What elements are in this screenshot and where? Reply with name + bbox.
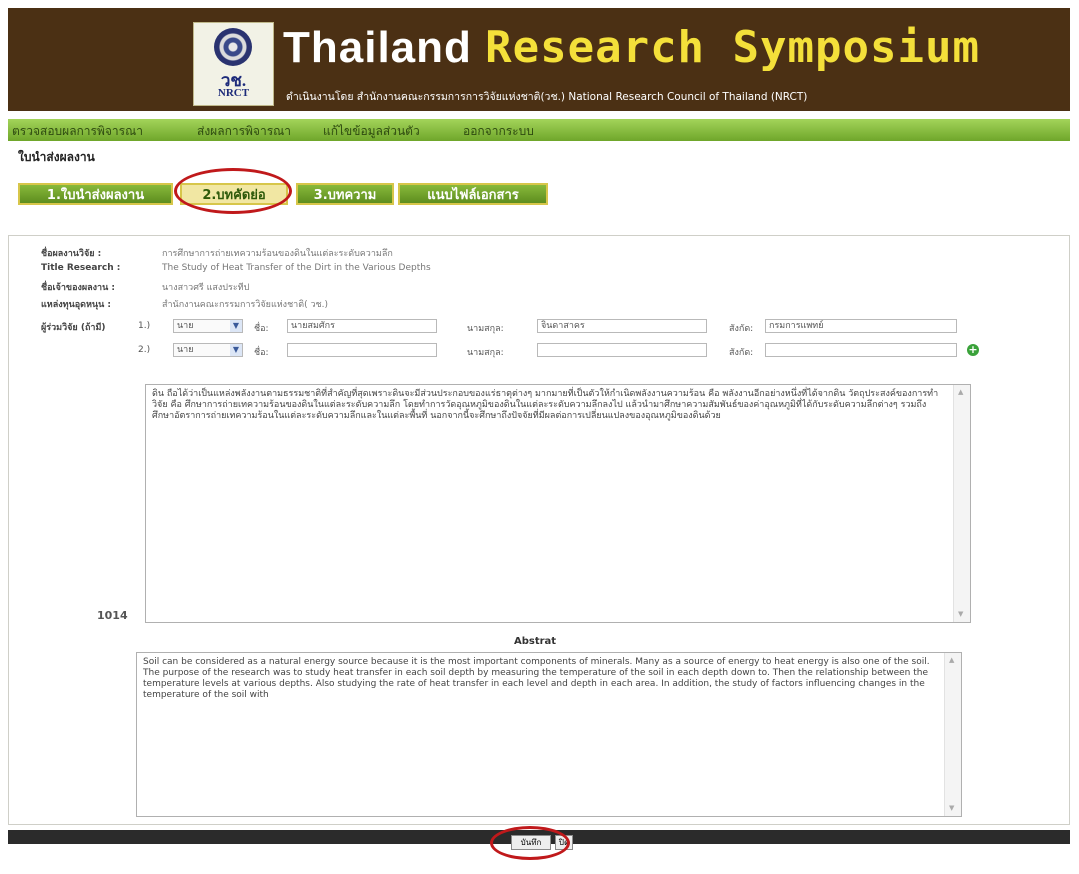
row2-affil-input[interactable] — [765, 343, 957, 357]
page-title: ใบนำส่งผลงาน — [18, 150, 95, 164]
menu-item-submit-results[interactable]: ส่งผลการพิจารณา — [197, 122, 291, 141]
row1-prefix-select[interactable]: นาย ▼ — [173, 319, 243, 333]
row1-number: 1.) — [138, 321, 151, 331]
row1-name-label: ชื่อ: — [254, 324, 269, 334]
thai-abstract-textarea[interactable]: ดิน ถือได้ว่าเป็นแหล่งพลังงานตามธรรมชาติ… — [145, 384, 971, 623]
menu-item-check-results[interactable]: ตรวจสอบผลการพิจารณา — [12, 122, 143, 141]
chevron-down-icon: ▼ — [230, 344, 242, 356]
row2-surname-input[interactable] — [537, 343, 707, 357]
abstract-text: Soil can be considered as a natural ener… — [143, 657, 930, 700]
coresearch-label: ผู้ร่วมวิจัย (ถ้ามี) — [41, 323, 106, 333]
form-panel: ชื่อผลงานวิจัย : การศึกษาการถ่ายเทความร้… — [8, 235, 1070, 825]
thai-abstract-scrollbar[interactable] — [953, 385, 970, 622]
thai-title-value: การศึกษาการถ่ายเทความร้อนของดินในแต่ละระ… — [162, 249, 393, 259]
tab-attach-files[interactable]: แนบไฟล์เอกสาร — [398, 183, 548, 205]
main-menu: ตรวจสอบผลการพิจารณา ส่งผลการพิจารณา แก้ไ… — [8, 119, 1070, 141]
abstract-heading: Abstrat — [514, 636, 557, 647]
add-coresearcher-icon[interactable]: + — [967, 344, 979, 356]
row1-affil-label: สังกัด: — [729, 324, 754, 334]
site-subtitle: ดำเนินงานโดย สำนักงานคณะกรรมการการวิจัยแ… — [286, 91, 808, 103]
row2-surname-label: นามสกุล: — [467, 348, 504, 358]
tab-article[interactable]: 3.บทความ — [296, 183, 394, 205]
owner-label: ชื่อเจ้าของผลงาน : — [41, 283, 115, 293]
row2-prefix-select[interactable]: นาย ▼ — [173, 343, 243, 357]
thai-title-label: ชื่อผลงานวิจัย : — [41, 249, 102, 259]
abstract-scrollbar[interactable] — [944, 653, 961, 816]
row1-name-input[interactable]: นายสมศักร — [287, 319, 437, 333]
site-header: วช. NRCT Thailand Research Symposium ดำเ… — [8, 8, 1070, 111]
highlight-ring-save — [490, 826, 570, 860]
funding-value: สำนักงานคณะกรรมการวิจัยแห่งชาติ( วช.) — [162, 300, 328, 310]
menu-item-logout[interactable]: ออกจากระบบ — [463, 122, 534, 141]
row1-surname-input[interactable]: จินดาสาคร — [537, 319, 707, 333]
char-count: 1014 — [97, 609, 128, 622]
funding-label: แหล่งทุนอุดหนุน : — [41, 300, 111, 310]
row1-surname-label: นามสกุล: — [467, 324, 504, 334]
row2-prefix-value: นาย — [177, 345, 194, 355]
menu-item-edit-profile[interactable]: แก้ไขข้อมูลส่วนตัว — [323, 122, 420, 141]
row2-name-input[interactable] — [287, 343, 437, 357]
site-title-part1: Thailand — [283, 23, 486, 72]
site-title-part2: Research Symposium — [485, 22, 980, 73]
eng-title-value: The Study of Heat Transfer of the Dirt i… — [162, 263, 431, 273]
site-title: Thailand Research Symposium — [283, 22, 980, 73]
row1-prefix-value: นาย — [177, 321, 194, 331]
nrct-logo: วช. NRCT — [193, 22, 274, 106]
thai-abstract-text: ดิน ถือได้ว่าเป็นแหล่งพลังงานตามธรรมชาติ… — [152, 389, 939, 421]
logo-en: NRCT — [217, 87, 250, 99]
nrct-seal-icon — [214, 28, 252, 66]
tab-submission[interactable]: 1.ใบนำส่งผลงาน — [18, 183, 173, 205]
owner-value: นางสาวศรี แสงประทีป — [162, 283, 250, 293]
row1-affil-input[interactable]: กรมการแพทย์ — [765, 319, 957, 333]
row2-name-label: ชื่อ: — [254, 348, 269, 358]
highlight-ring-tab — [174, 168, 292, 214]
row2-affil-label: สังกัด: — [729, 348, 754, 358]
eng-title-label: Title Research : — [41, 263, 121, 273]
chevron-down-icon: ▼ — [230, 320, 242, 332]
row2-number: 2.) — [138, 345, 151, 355]
abstract-textarea[interactable]: Soil can be considered as a natural ener… — [136, 652, 962, 817]
